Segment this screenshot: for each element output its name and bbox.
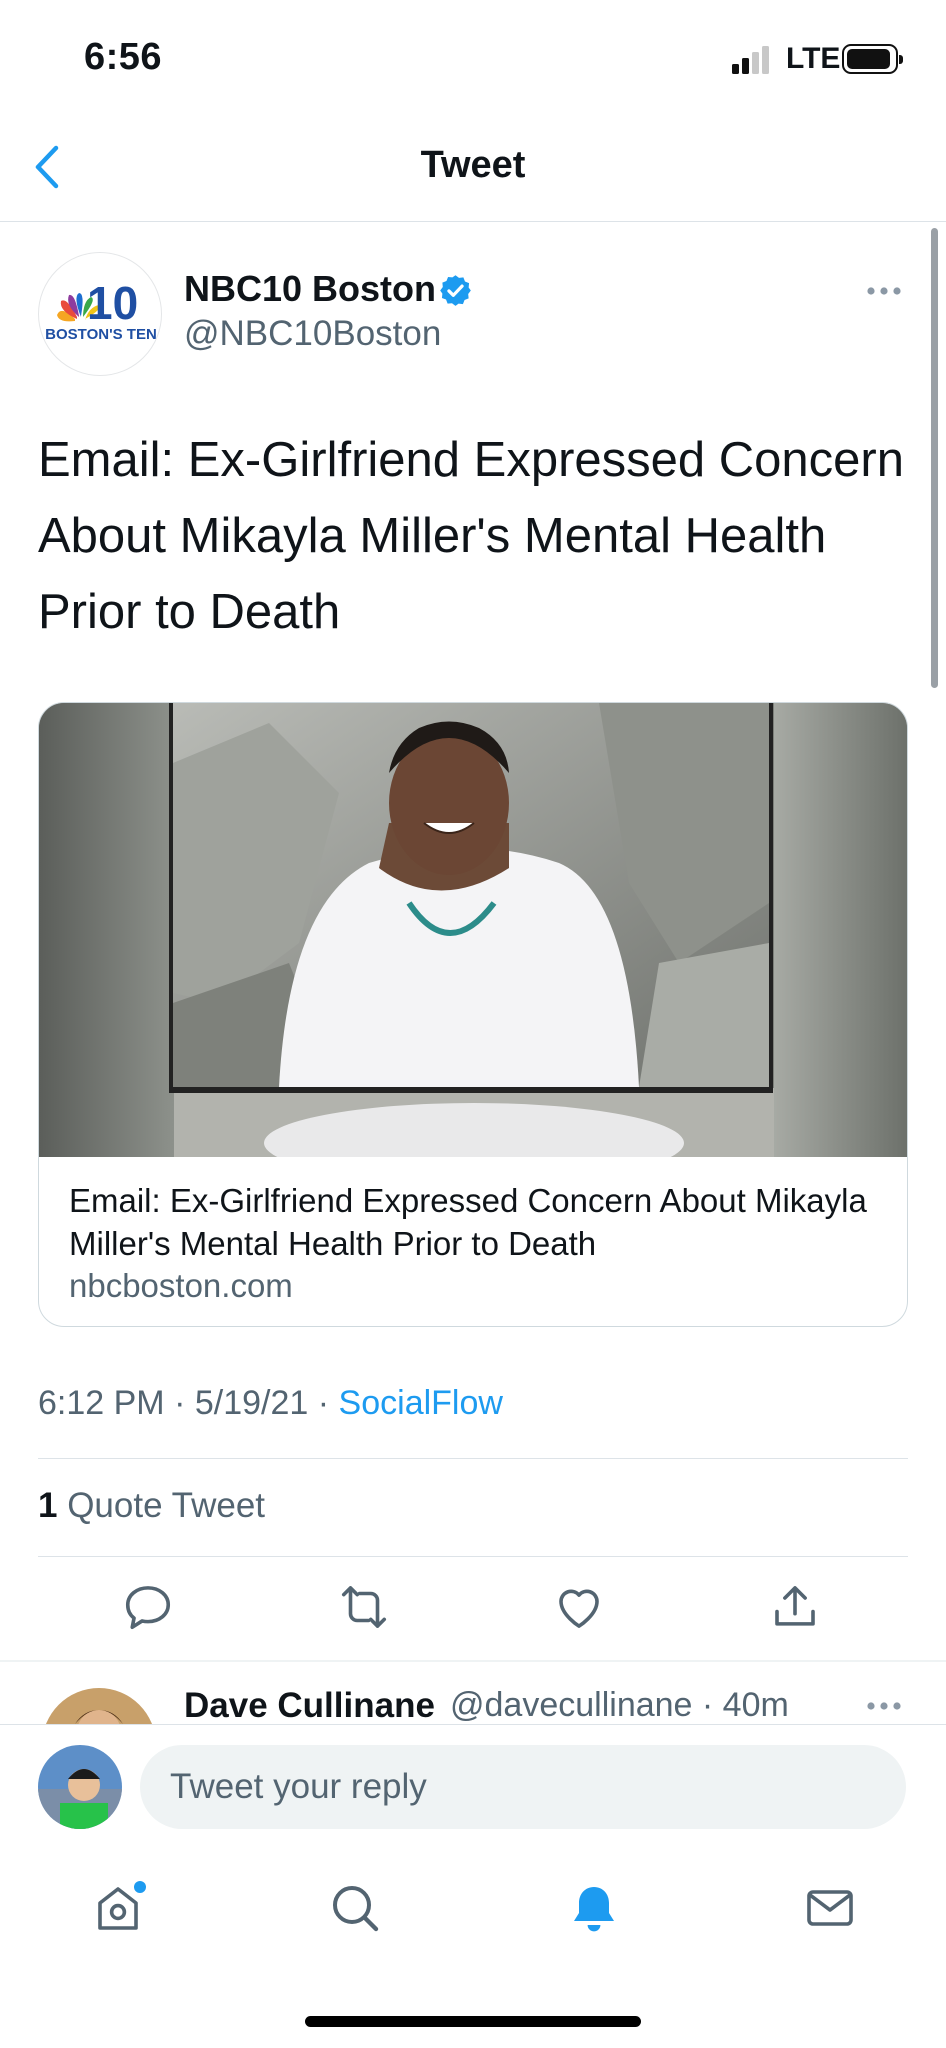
composer-divider [0, 1724, 946, 1725]
reply-author-handle-time: @davecullinane · 40m [450, 1686, 789, 1724]
page-title: Tweet [420, 144, 526, 186]
share-icon[interactable] [768, 1580, 822, 1634]
my-avatar[interactable] [38, 1745, 122, 1829]
messages-icon[interactable] [802, 1880, 858, 1936]
reply-more-options-icon[interactable] [866, 1701, 902, 1711]
status-time: 6:56 [84, 36, 163, 78]
scrollbar[interactable] [931, 228, 938, 688]
network-label: LTE [786, 42, 841, 75]
divider [38, 1458, 908, 1459]
logo-tagline: BOSTON'S TEN [45, 326, 157, 343]
quote-count: 1 [38, 1486, 58, 1525]
reply-input[interactable] [140, 1745, 906, 1829]
author-avatar[interactable]: 10 BOSTON'S TEN [38, 252, 162, 376]
card-title: Email: Ex-Girlfriend Expressed Concern A… [69, 1182, 867, 1262]
more-options-icon[interactable] [866, 286, 902, 296]
quote-label: Quote Tweet [67, 1486, 266, 1525]
search-icon[interactable] [327, 1880, 383, 1936]
tweet-timestamp: 6:12 PM · 5/19/21 · SocialFlow [38, 1384, 503, 1423]
home-icon[interactable] [90, 1880, 146, 1936]
card-domain: nbcboston.com [69, 1267, 293, 1304]
tweet-source-link[interactable]: SocialFlow [339, 1384, 503, 1422]
reply-icon[interactable] [121, 1580, 175, 1634]
author-name[interactable]: NBC10 Boston [184, 268, 436, 310]
like-icon[interactable] [552, 1580, 606, 1634]
meta-separator: · [317, 1384, 339, 1422]
tweet-text: Email: Ex-Girlfriend Expressed Concern A… [38, 433, 904, 639]
home-indicator[interactable] [305, 2016, 641, 2027]
tweet-time: 6:12 PM [38, 1384, 165, 1422]
notifications-icon[interactable] [566, 1880, 622, 1936]
header-divider [0, 221, 946, 222]
home-unread-dot [134, 1881, 146, 1893]
link-card[interactable]: Email: Ex-Girlfriend Expressed Concern A… [38, 702, 908, 1327]
tweet-date: 5/19/21 [194, 1384, 309, 1422]
retweet-icon[interactable] [337, 1580, 391, 1634]
meta-separator: · [174, 1384, 195, 1422]
reply-author-name[interactable]: Dave Cullinane [184, 1686, 435, 1726]
divider [38, 1556, 908, 1557]
verified-badge-icon [440, 275, 471, 306]
logo-number: 10 [87, 277, 138, 329]
section-divider [0, 1660, 946, 1662]
battery-icon [842, 44, 903, 74]
quote-tweet-stat[interactable]: 1 Quote Tweet [38, 1486, 265, 1526]
card-image [39, 703, 907, 1157]
author-handle[interactable]: @NBC10Boston [184, 314, 441, 354]
cell-signal-icon [732, 46, 769, 74]
